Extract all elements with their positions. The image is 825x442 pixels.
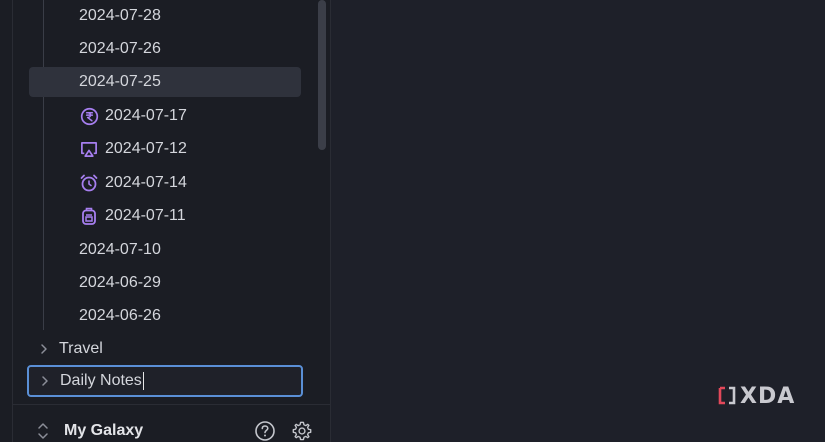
note-label: 2024-06-29 bbox=[79, 274, 161, 291]
xda-watermark-text: XDA bbox=[740, 383, 796, 409]
alarm-clock-icon bbox=[79, 173, 99, 193]
sidebar-footer: My Galaxy bbox=[13, 405, 330, 442]
note-label: 2024-07-17 bbox=[105, 107, 187, 124]
note-item-selected[interactable]: 2024-07-25 bbox=[29, 67, 301, 97]
note-item[interactable]: 2024-07-12 bbox=[29, 134, 301, 164]
note-label: 2024-07-25 bbox=[79, 73, 161, 90]
note-item[interactable]: 2024-06-29 bbox=[29, 268, 301, 298]
note-item[interactable]: 2024-07-11 bbox=[29, 201, 301, 231]
note-label: 2024-07-10 bbox=[79, 241, 161, 258]
note-item[interactable]: 2024-07-10 bbox=[29, 235, 301, 265]
note-item[interactable]: 2024-07-14 bbox=[29, 168, 301, 198]
note-item[interactable]: 2024-07-28 bbox=[29, 1, 301, 31]
file-explorer-sidebar: 2024-07-28 2024-07-26 2024-07-25 2024-07… bbox=[0, 0, 331, 442]
rupee-coin-icon bbox=[79, 106, 99, 126]
note-label: 2024-07-12 bbox=[105, 140, 187, 157]
folder-label: Daily Notes bbox=[60, 372, 142, 389]
vault-name[interactable]: My Galaxy bbox=[64, 422, 143, 440]
xda-watermark: XDA bbox=[717, 383, 796, 409]
folder-label: Travel bbox=[59, 340, 103, 357]
sidebar-edge bbox=[12, 0, 13, 442]
note-label: 2024-07-14 bbox=[105, 174, 187, 191]
vault-switcher-icon[interactable] bbox=[35, 421, 51, 441]
text-caret bbox=[142, 372, 144, 390]
backpack-icon bbox=[79, 206, 99, 226]
help-button[interactable] bbox=[253, 419, 277, 442]
help-circle-icon bbox=[255, 421, 275, 441]
app-window: 2024-07-28 2024-07-26 2024-07-25 2024-07… bbox=[0, 0, 825, 442]
note-item[interactable]: 2024-07-26 bbox=[29, 34, 301, 64]
note-label: 2024-06-26 bbox=[79, 307, 161, 324]
sidebar-scrollbar[interactable] bbox=[318, 0, 326, 150]
xda-logo-icon bbox=[718, 386, 736, 405]
folder-daily-notes-rename-input[interactable]: Daily Notes bbox=[27, 365, 303, 397]
chevron-right-icon[interactable] bbox=[38, 374, 52, 388]
note-item[interactable]: 2024-06-26 bbox=[29, 301, 301, 331]
chevron-right-icon[interactable] bbox=[37, 342, 51, 356]
gear-icon bbox=[292, 421, 312, 441]
note-label: 2024-07-28 bbox=[79, 7, 161, 24]
note-item[interactable]: 2024-07-17 bbox=[29, 101, 301, 131]
note-label: 2024-07-11 bbox=[105, 207, 186, 224]
note-label: 2024-07-26 bbox=[79, 40, 161, 57]
screen-cast-icon bbox=[79, 139, 99, 159]
folder-travel[interactable]: Travel bbox=[29, 334, 301, 364]
settings-button[interactable] bbox=[290, 419, 314, 442]
